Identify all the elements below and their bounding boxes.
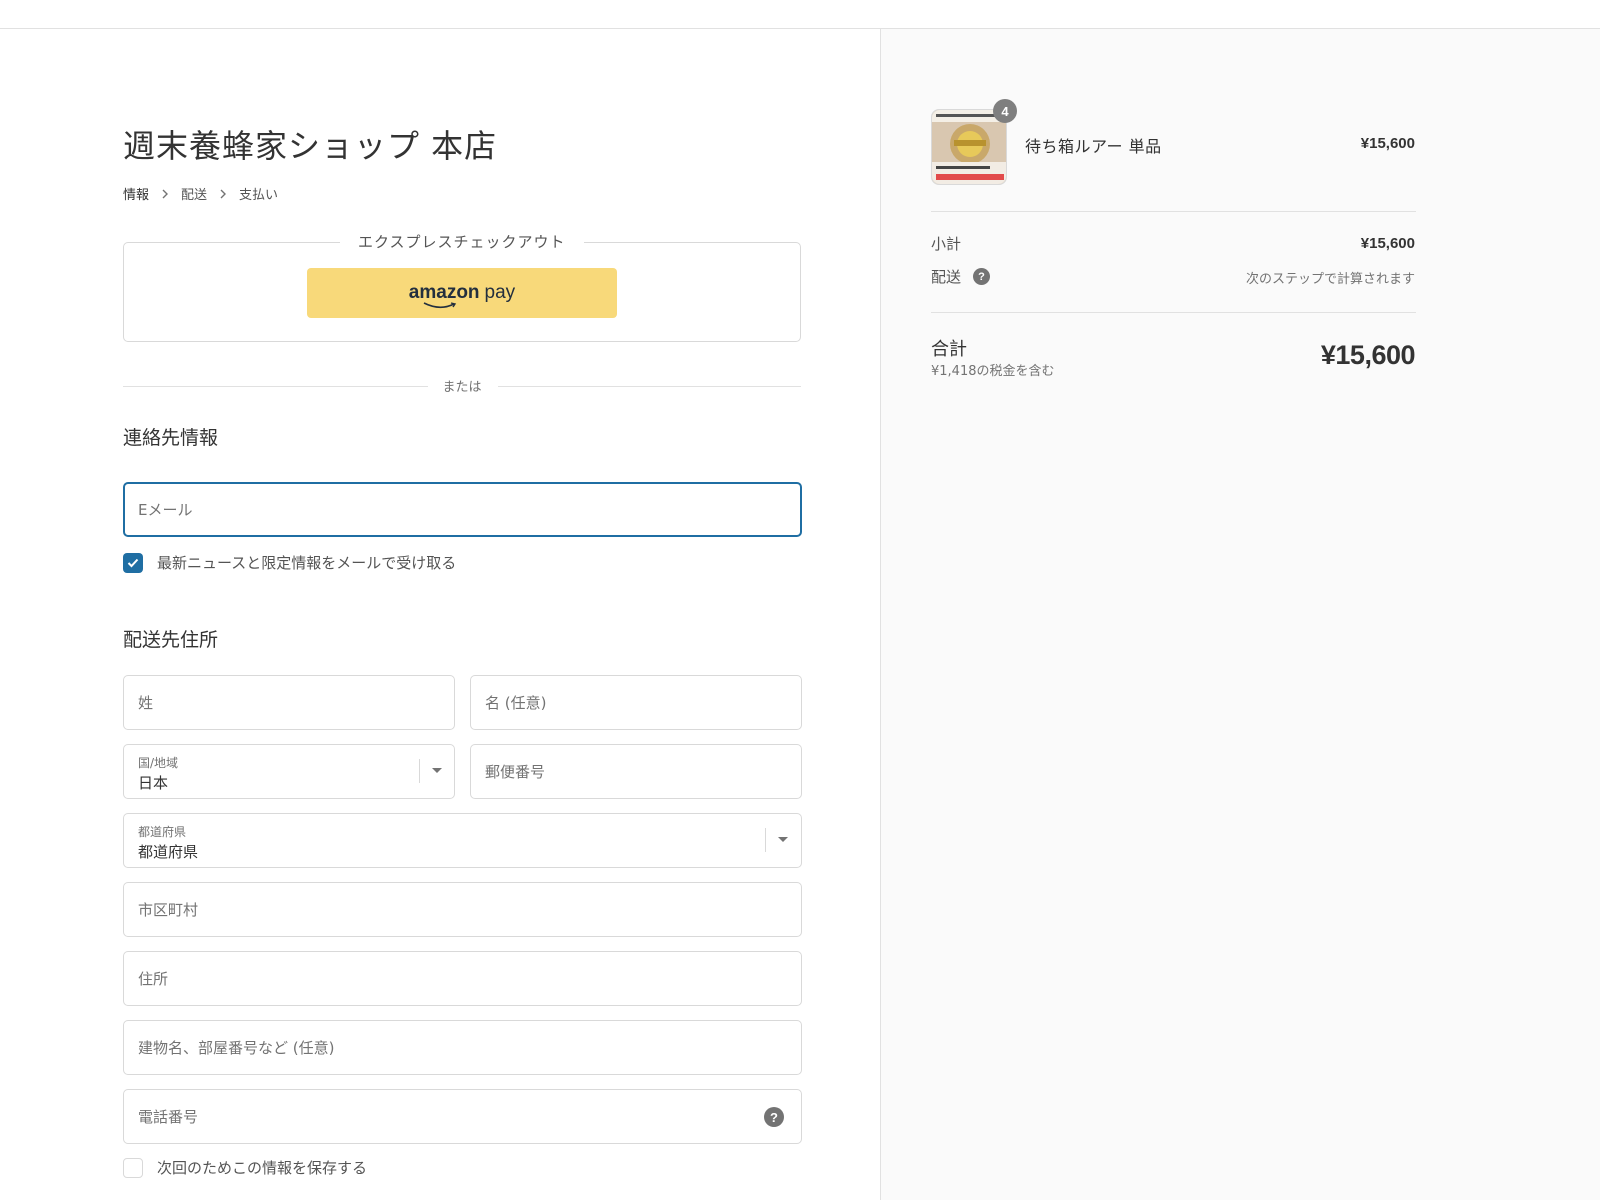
product-thumbnail: 4: [931, 99, 1017, 185]
product-name: 待ち箱ルアー 単品: [1025, 137, 1162, 156]
express-checkout: エクスプレスチェックアウト amazon pay: [123, 231, 801, 342]
product-price: ¥15,600: [1360, 135, 1415, 152]
country-label: 国/地域: [138, 756, 179, 770]
subtotal-label: 小計: [931, 235, 962, 253]
city-input[interactable]: [124, 883, 801, 936]
email-field[interactable]: [123, 482, 802, 537]
help-icon[interactable]: ?: [764, 1107, 784, 1127]
newsletter-row[interactable]: 最新ニュースと限定情報をメールで受け取る: [123, 552, 456, 573]
breadcrumb-shipping: 配送: [181, 188, 208, 203]
phone-field[interactable]: ?: [123, 1089, 802, 1144]
product-image: [932, 110, 1006, 184]
subtotal-value: ¥15,600: [1360, 235, 1415, 252]
top-bar: [0, 0, 1600, 29]
prefecture-label: 都道府県: [138, 825, 187, 839]
newsletter-checkbox[interactable]: [123, 552, 143, 573]
quantity-badge: 4: [993, 99, 1017, 123]
country-select[interactable]: 国/地域 日本: [123, 744, 455, 799]
or-text: または: [442, 380, 482, 395]
save-info-checkbox[interactable]: [123, 1157, 143, 1178]
breadcrumb: 情報 配送 支払い: [123, 184, 278, 203]
last-name-input[interactable]: [124, 676, 454, 729]
amazon-smile-icon: [423, 302, 456, 309]
checkout-main: 週末養蜂家ショップ 本店 情報 配送 支払い エクスプレスチェックアウト ama…: [0, 29, 880, 1200]
divider: [931, 211, 1416, 212]
or-divider: または: [123, 376, 801, 396]
country-value: 日本: [138, 774, 169, 792]
first-name-field[interactable]: [470, 675, 802, 730]
save-info-label: 次回のためこの情報を保存する: [157, 1159, 368, 1177]
building-input[interactable]: [124, 1021, 801, 1074]
chevron-down-icon: [778, 837, 788, 842]
total-label: 合計: [931, 339, 967, 360]
chevron-down-icon: [432, 768, 442, 773]
chevron-right-icon: [160, 189, 170, 199]
breadcrumb-info[interactable]: 情報: [123, 184, 149, 203]
last-name-field[interactable]: [123, 675, 455, 730]
breadcrumb-payment: 支払い: [239, 188, 279, 203]
express-checkout-title: エクスプレスチェックアウト: [340, 231, 584, 252]
building-field[interactable]: [123, 1020, 802, 1075]
amazon-pay-button[interactable]: amazon pay: [307, 268, 617, 318]
divider: [931, 312, 1416, 313]
checkmark-icon: [127, 558, 139, 567]
total-value: ¥15,600: [1320, 340, 1416, 370]
postal-code-field[interactable]: [470, 744, 802, 799]
help-icon[interactable]: ?: [973, 268, 990, 285]
order-summary: 4 待ち箱ルアー 単品 ¥15,600 小計 ¥15,600 配送 ? 次のステ…: [880, 29, 1600, 1200]
first-name-input[interactable]: [471, 676, 801, 729]
amazon-pay-logo: amazon pay: [409, 282, 515, 309]
save-info-row[interactable]: 次回のためこの情報を保存する: [123, 1157, 367, 1178]
divider-line: [123, 386, 428, 387]
address-input[interactable]: [124, 952, 801, 1005]
newsletter-label: 最新ニュースと限定情報をメールで受け取る: [157, 554, 457, 572]
city-field[interactable]: [123, 882, 802, 937]
contact-section-title: 連絡先情報: [123, 427, 219, 449]
email-input[interactable]: [125, 484, 800, 535]
divider-line: [498, 386, 801, 387]
address-field[interactable]: [123, 951, 802, 1006]
phone-input[interactable]: [124, 1090, 801, 1143]
prefecture-select[interactable]: 都道府県 都道府県: [123, 813, 802, 868]
shipping-label: 配送: [931, 268, 962, 286]
chevron-right-icon: [218, 189, 228, 199]
shipping-section-title: 配送先住所: [123, 629, 219, 651]
tax-note: ¥1,418の税金を含む: [931, 364, 1055, 379]
postal-code-input[interactable]: [471, 745, 801, 798]
prefecture-value: 都道府県: [138, 843, 199, 861]
shipping-note: 次のステップで計算されます: [1245, 272, 1415, 287]
shop-title[interactable]: 週末養蜂家ショップ 本店: [123, 121, 497, 167]
